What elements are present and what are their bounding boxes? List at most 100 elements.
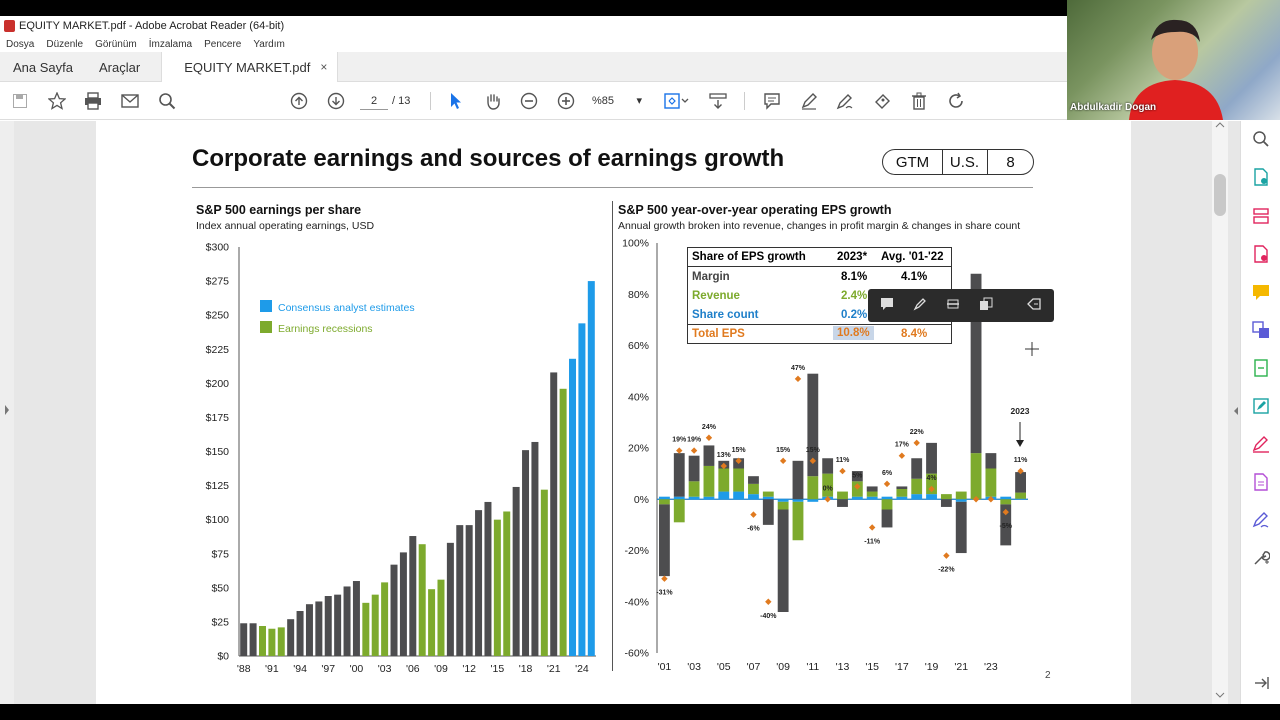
delete-icon[interactable] (909, 91, 929, 111)
growth-x-tick-label: '15 (865, 661, 879, 673)
window-title: EQUITY MARKET.pdf - Adobe Acrobat Reader… (19, 20, 285, 32)
growth-data-label: 15% (776, 447, 791, 454)
growth-bar-segment (955, 501, 967, 554)
highlight-pen-icon[interactable] (799, 91, 819, 111)
draw-pen-icon[interactable] (835, 91, 855, 111)
eps-bar (343, 586, 351, 656)
growth-bar-segment (940, 499, 952, 507)
total-eps-marker (705, 434, 713, 441)
menu-file[interactable]: Dosya (6, 39, 34, 50)
growth-bar-segment (748, 483, 759, 495)
select-cursor-icon[interactable] (446, 91, 466, 111)
growth-bar-segment (1015, 498, 1026, 500)
growth-bar-segment (1015, 472, 1026, 493)
table-row: Margin 8.1% 4.1% (688, 268, 951, 287)
highlight-text-icon[interactable] (912, 297, 928, 313)
star-icon[interactable] (47, 91, 67, 111)
growth-data-label: -5% (1000, 523, 1013, 530)
menu-edit[interactable]: Düzenle (46, 39, 83, 50)
eps-y-tick-label: $150 (206, 446, 230, 458)
copy-icon[interactable] (978, 297, 994, 313)
stamp-icon[interactable] (872, 91, 892, 111)
growth-bar-segment (777, 499, 789, 502)
eps-bar (522, 450, 530, 656)
tab-document[interactable]: EQUITY MARKET.pdf × (161, 52, 339, 82)
growth-y-tick-label: 100% (622, 238, 649, 250)
print-icon[interactable] (83, 91, 103, 111)
scrollbar-thumb[interactable] (1214, 174, 1226, 216)
menu-help[interactable]: Yardım (253, 39, 285, 50)
close-tab-icon[interactable]: × (320, 60, 327, 74)
row-avg: 8.4% (901, 328, 928, 340)
tab-tools[interactable]: Araçlar (86, 52, 153, 82)
more-tools-icon[interactable] (1026, 297, 1042, 313)
growth-y-tick-label: 20% (628, 443, 649, 455)
growth-bar-segment (1000, 499, 1012, 505)
growth-bar-segment (733, 468, 745, 492)
page-title: Corporate earnings and sources of earnin… (192, 145, 785, 172)
mail-icon[interactable] (120, 91, 140, 111)
chevron-down-icon: ▾ (636, 95, 642, 107)
eps-x-tick-label: '03 (378, 663, 392, 675)
hand-tool-icon[interactable] (483, 91, 503, 111)
previous-page-icon[interactable] (289, 91, 309, 111)
table-header: 2023* (837, 251, 868, 263)
growth-bar-segment (955, 499, 967, 502)
growth-bar-segment (777, 509, 789, 612)
growth-x-tick-label: '09 (776, 661, 790, 673)
growth-bar-segment (970, 453, 982, 500)
zoom-in-icon[interactable] (556, 91, 576, 111)
left-panel-toggle[interactable] (0, 121, 14, 704)
add-comment-icon[interactable] (879, 297, 895, 313)
growth-bar-segment (985, 453, 997, 469)
growth-y-tick-label: -60% (624, 648, 649, 660)
eps-bar (418, 544, 426, 656)
comment-icon[interactable] (762, 91, 782, 111)
growth-data-label: 24% (702, 424, 717, 431)
eps-y-tick-label: $100 (206, 514, 230, 526)
menu-sign[interactable]: İmzalama (149, 39, 192, 50)
page-number-input[interactable]: 2 (360, 92, 388, 110)
zoom-out-icon[interactable] (519, 91, 539, 111)
zoom-level-select[interactable]: %85 ▾ (592, 92, 642, 110)
growth-y-tick-label: -40% (624, 596, 649, 608)
zoom-level-value: %85 (592, 95, 615, 107)
growth-bar-segment (659, 499, 670, 505)
growth-bar-segment (940, 494, 952, 500)
tab-home[interactable]: Ana Sayfa (0, 52, 86, 82)
total-eps-marker (868, 524, 876, 531)
next-page-icon[interactable] (326, 91, 346, 111)
growth-bar-segment (703, 496, 715, 500)
row-avg: 4.1% (901, 271, 928, 283)
eps-bar (268, 628, 276, 656)
growth-data-label: 22% (910, 429, 925, 436)
growth-bar-segment (792, 460, 804, 500)
scroll-mode-icon[interactable] (708, 91, 728, 111)
fit-menu-chevron-icon[interactable] (680, 91, 690, 111)
fit-page-icon[interactable] (662, 91, 682, 111)
strikethrough-icon[interactable] (945, 297, 961, 313)
menu-window[interactable]: Pencere (204, 39, 241, 50)
growth-data-label: -31% (656, 590, 673, 597)
total-eps-marker (765, 598, 772, 605)
growth-data-label: 11% (1014, 457, 1028, 464)
collapse-arrow-icon[interactable] (1231, 121, 1271, 704)
menu-view[interactable]: Görünüm (95, 39, 137, 50)
redo-icon[interactable] (946, 91, 966, 111)
total-eps-marker (883, 480, 891, 488)
growth-bar-segment (762, 491, 774, 497)
chart-divider (612, 201, 613, 671)
row-2023-selected[interactable]: 10.8% (833, 326, 874, 340)
left-chart-title: S&P 500 earnings per share (196, 203, 362, 217)
eps-bar (569, 358, 577, 656)
growth-bar-segment (822, 458, 834, 474)
eps-bar (390, 564, 398, 656)
title-rule (192, 187, 1033, 188)
growth-data-label: -40% (760, 613, 777, 620)
growth-bar-segment (673, 499, 685, 523)
growth-bar-segment (896, 486, 908, 489)
eps-bar (277, 627, 285, 656)
search-icon[interactable] (157, 91, 177, 111)
save-icon[interactable] (10, 91, 30, 111)
annotation-popup-toolbar (868, 289, 1054, 322)
